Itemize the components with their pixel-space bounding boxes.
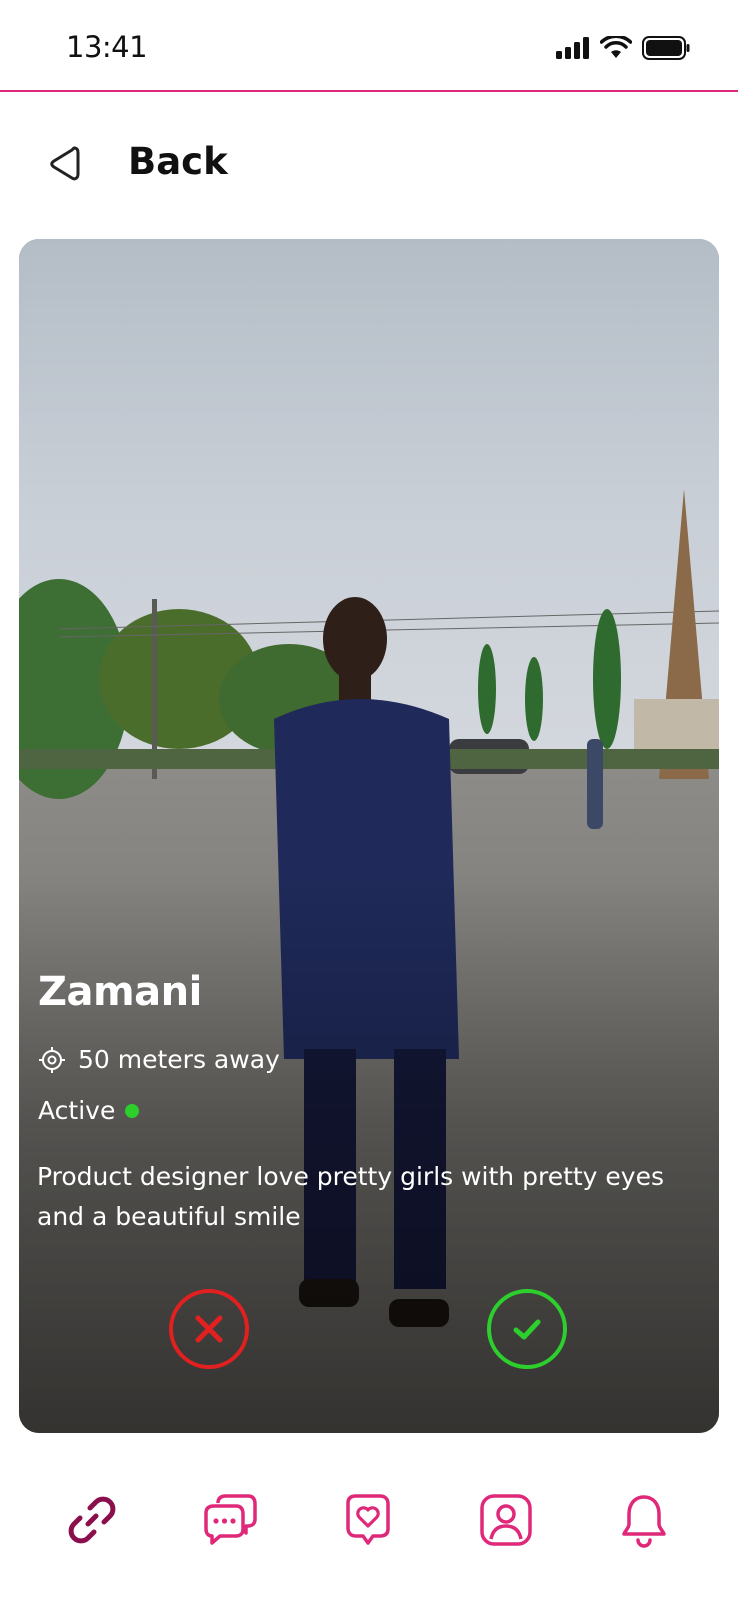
bottom-nav (0, 1460, 738, 1570)
close-icon (195, 1315, 223, 1343)
check-icon (513, 1319, 541, 1340)
link-icon (68, 1496, 116, 1544)
distance-row: 50 meters away (38, 1045, 280, 1074)
profile-bio: Product designer love pretty girls with … (37, 1162, 665, 1231)
online-status-dot (125, 1103, 140, 1118)
status-bar: 13:41 (0, 0, 738, 92)
signal-icon (556, 37, 589, 59)
nav-tab-matches[interactable] (62, 1490, 122, 1550)
wifi-icon (600, 36, 632, 58)
nav-tab-notifications[interactable] (614, 1490, 674, 1550)
back-triangle-icon[interactable] (44, 142, 88, 186)
reject-button[interactable] (169, 1289, 249, 1369)
heart-icon (346, 1494, 390, 1545)
bell-icon (622, 1495, 666, 1548)
header: Back (0, 120, 738, 210)
back-button-label[interactable]: Back (128, 140, 228, 183)
profile-icon (480, 1494, 532, 1546)
nav-tab-messages[interactable] (200, 1490, 260, 1550)
status-time: 13:41 (66, 30, 148, 64)
photo-gradient-overlay (19, 873, 719, 1433)
system-icons (556, 34, 690, 62)
active-status-row: Active (38, 1096, 140, 1125)
profile-name: Zamani (38, 969, 202, 1015)
profile-card[interactable]: Zamani 50 meters away Active Product des… (19, 239, 719, 1433)
battery-icon (642, 36, 690, 60)
chat-icon (204, 1494, 257, 1545)
nav-tab-profile[interactable] (476, 1490, 536, 1550)
nav-tab-likes[interactable] (338, 1490, 398, 1550)
location-target-icon (39, 1046, 65, 1073)
accept-button[interactable] (487, 1289, 567, 1369)
distance-text: 50 meters away (78, 1045, 280, 1074)
active-status-text: Active (38, 1096, 116, 1125)
